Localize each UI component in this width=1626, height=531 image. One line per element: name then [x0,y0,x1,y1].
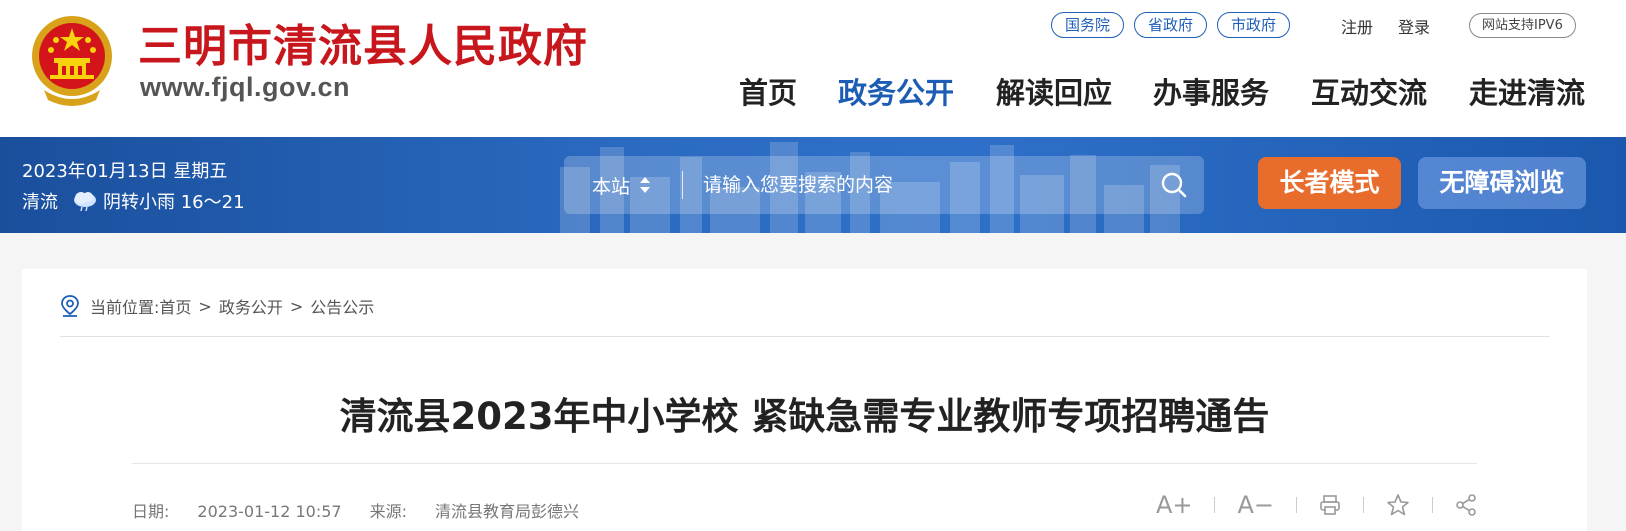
gov-link-state-council[interactable]: 国务院 [1051,12,1125,38]
nav-interpretation[interactable]: 解读回应 [996,70,1112,112]
search-input[interactable] [703,165,1144,205]
weather-text: 阴转小雨 16～21 [103,192,245,213]
breadcrumb-separator: > [198,296,212,316]
font-decrease-button[interactable]: A− [1237,491,1274,519]
divider [60,336,1550,337]
current-date: 2023年01月13日 星期五 [22,161,228,182]
breadcrumb-gov-affairs[interactable]: 政务公开 [219,294,283,318]
search-box: 本站 [564,156,1204,214]
publish-date: 2023-01-12 10:57 [197,502,342,521]
article-title: 清流县2023年中小学校 紧缺急需专业教师专项招聘通告 [339,395,1270,438]
banner: 2023年01月13日 星期五 清流 阴转小雨 16～21 本站 长者模式 无障… [0,137,1626,233]
weather-info: 清流 阴转小雨 16～21 [22,188,245,214]
site-header: 三明市清流县人民政府 www.fjql.gov.cn 国务院 省政府 市政府 注… [0,0,1626,137]
gov-links: 国务院 省政府 市政府 [1051,12,1291,38]
login-link[interactable]: 登录 [1398,14,1430,38]
date-meta: 日期: 2023-01-12 10:57 [132,502,342,521]
nav-services[interactable]: 办事服务 [1153,70,1269,112]
print-icon [1320,495,1340,515]
location-pin-icon [61,295,79,317]
nav-gov-affairs[interactable]: 政务公开 [838,70,954,112]
star-icon [1387,494,1409,516]
weather-city: 清流 [22,192,58,213]
register-link[interactable]: 注册 [1341,14,1373,38]
tool-separator [1214,497,1216,513]
sort-updown-icon [640,177,651,193]
breadcrumb-label: 当前位置: [90,298,160,317]
share-icon [1456,494,1476,516]
nav-home[interactable]: 首页 [739,70,797,112]
nav-interaction[interactable]: 互动交流 [1311,70,1427,112]
tool-separator [1432,497,1433,513]
search-icon [1161,172,1187,198]
divider [132,463,1477,464]
share-button[interactable] [1455,494,1477,516]
search-scope-label: 本站 [592,175,631,198]
gov-link-province[interactable]: 省政府 [1134,12,1208,38]
cloud-rain-icon [74,192,96,212]
article-meta: 日期: 2023-01-12 10:57 来源: 清流县教育局彭德兴 [132,498,579,522]
breadcrumb: 当前位置: 首页 > 政务公开 > 公告公示 [60,294,374,318]
search-scope-select[interactable]: 本站 [564,172,682,199]
search-divider [682,171,683,199]
breadcrumb-notices[interactable]: 公告公示 [310,294,374,318]
source-label: 来源: [369,502,407,521]
font-increase-button[interactable]: A+ [1156,491,1193,519]
article-card: 当前位置: 首页 > 政务公开 > 公告公示 清流县2023年中小学校 紧缺急需… [22,269,1587,531]
article-source: 清流县教育局彭德兴 [435,502,580,521]
gov-link-city[interactable]: 市政府 [1217,12,1291,38]
print-button[interactable] [1319,494,1341,516]
breadcrumb-home[interactable]: 首页 [159,294,191,318]
date-label: 日期: [132,502,170,521]
main-nav: 首页 政务公开 解读回应 办事服务 互动交流 走进清流 [0,70,1626,114]
source-meta: 来源: 清流县教育局彭德兴 [370,502,579,521]
site-name[interactable]: 三明市清流县人民政府 [138,10,588,74]
search-button[interactable] [1144,156,1204,214]
tool-separator [1363,497,1364,513]
tool-separator [1296,497,1297,513]
breadcrumb-separator: > [289,296,304,316]
article-tools: A+ A− [1156,491,1477,519]
favorite-button[interactable] [1386,493,1410,517]
accessibility-button[interactable]: 无障碍浏览 [1418,157,1586,209]
nav-about[interactable]: 走进清流 [1469,70,1585,112]
elder-mode-button[interactable]: 长者模式 [1258,157,1401,209]
ipv6-badge: 网站支持IPV6 [1469,13,1576,38]
